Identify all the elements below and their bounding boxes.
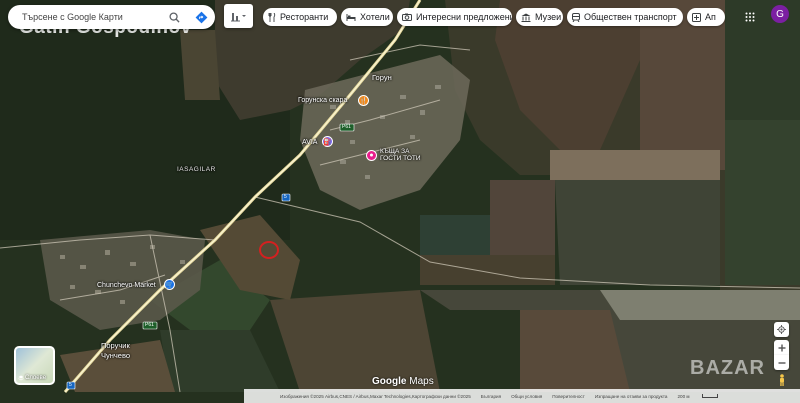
location-target-icon bbox=[777, 325, 786, 334]
layers-toggle[interactable]: Слоеве bbox=[14, 346, 55, 385]
google-maps-logo: Google Maps bbox=[372, 376, 434, 387]
field-brown-3 bbox=[490, 180, 555, 255]
chip-label-pharmacies: Ап bbox=[705, 12, 716, 22]
footer-country[interactable]: България bbox=[481, 394, 501, 399]
chip-label-museums: Музеи bbox=[535, 12, 562, 22]
train-icon bbox=[572, 12, 580, 22]
chip-attractions[interactable]: Интересни предложения bbox=[397, 8, 512, 26]
road-label-p61-north: Р61 bbox=[342, 124, 351, 130]
chip-restaurants[interactable]: Ресторанти bbox=[263, 8, 337, 26]
area-label-iasagilar: IASAGILAR bbox=[177, 166, 216, 173]
road-label-p61-south: Р61 bbox=[145, 322, 154, 328]
field-light-strip bbox=[550, 150, 720, 180]
poi-label-market[interactable]: Chunchevo Market bbox=[97, 282, 156, 289]
field-green-e bbox=[725, 120, 800, 285]
footer-privacy-link[interactable]: Поверителност bbox=[552, 394, 585, 399]
scale-label: 200 м bbox=[677, 393, 690, 399]
layers-label: Слоеве bbox=[18, 375, 46, 381]
apps-grid-icon[interactable] bbox=[741, 8, 759, 26]
chip-label-transit: Обществен транспорт bbox=[584, 12, 677, 22]
my-location-button[interactable] bbox=[774, 322, 789, 337]
village-label-gorun[interactable]: Горун bbox=[372, 73, 392, 82]
field-gray-e bbox=[555, 180, 720, 285]
layers-icon bbox=[18, 375, 24, 381]
poi-label-grill[interactable]: Горунска скара bbox=[298, 97, 347, 104]
gas-station-pin-icon[interactable]: ⛽ bbox=[322, 136, 333, 147]
chip-hotels[interactable]: Хотели bbox=[341, 8, 393, 26]
bazar-watermark: BAZAR bbox=[690, 357, 765, 379]
zoom-out-button[interactable] bbox=[774, 355, 789, 370]
pegman-icon[interactable] bbox=[776, 374, 787, 386]
chip-museums[interactable]: Музеи bbox=[516, 8, 563, 26]
search-box bbox=[8, 5, 215, 29]
directions-icon[interactable] bbox=[193, 9, 209, 25]
search-input[interactable] bbox=[22, 12, 172, 22]
field-green-ne bbox=[725, 0, 800, 120]
fork-knife-icon bbox=[268, 12, 276, 22]
red-circle-marker bbox=[259, 241, 279, 259]
zoom-in-button[interactable] bbox=[774, 340, 789, 355]
bar-chart-icon bbox=[230, 13, 246, 22]
chip-label-attractions: Интересни предложения bbox=[416, 12, 512, 22]
maps-logo-text: Maps bbox=[409, 376, 434, 387]
shopping-pin-icon[interactable]: 🛒 bbox=[164, 279, 175, 290]
field-brown-mid bbox=[420, 255, 555, 285]
map-type-button[interactable] bbox=[224, 4, 253, 28]
plus-icon bbox=[778, 344, 785, 351]
minus-icon bbox=[778, 361, 785, 364]
bed-icon bbox=[346, 14, 356, 21]
layers-label-text: Слоеве bbox=[25, 375, 47, 381]
field-teal bbox=[420, 215, 490, 255]
chip-transit[interactable]: Обществен транспорт bbox=[567, 8, 683, 26]
chip-pharmacies[interactable]: Ап bbox=[687, 8, 725, 26]
camera-icon bbox=[402, 13, 412, 21]
footer-attribution: Изображения ©2025 Airbus,CNES / Airbus,M… bbox=[280, 393, 471, 399]
restaurant-pin-icon[interactable]: 🍴 bbox=[358, 95, 369, 106]
google-logo-text: Google bbox=[372, 376, 407, 387]
search-icon[interactable] bbox=[166, 9, 182, 25]
footer-terms-link[interactable]: Общи условия bbox=[511, 394, 542, 399]
museum-icon bbox=[521, 13, 531, 22]
map-footer: Изображения ©2025 Airbus,CNES / Airbus,M… bbox=[244, 389, 800, 403]
footer-feedback-link[interactable]: Изпращане на отзиви за продукта bbox=[595, 394, 668, 399]
chip-label-restaurants: Ресторанти bbox=[280, 12, 329, 22]
road-label-5-south: 5 bbox=[69, 382, 72, 388]
poi-label-avia[interactable]: AVIA bbox=[302, 139, 317, 146]
poi-label-guesthouse[interactable]: КЪЩА ЗА ГОСТИ ТОТИ bbox=[380, 148, 421, 162]
pharmacy-icon bbox=[692, 12, 701, 22]
village-label-poruchik[interactable]: Поручик Чунчево bbox=[101, 341, 130, 361]
footer-scale[interactable]: 200 м bbox=[677, 394, 727, 399]
field-light-se bbox=[600, 290, 800, 320]
hotel-pin-icon[interactable]: ● bbox=[366, 150, 377, 161]
road-label-5-north: 5 bbox=[284, 194, 287, 200]
chip-label-hotels: Хотели bbox=[360, 12, 390, 22]
account-avatar[interactable]: G bbox=[771, 5, 789, 23]
field-small-north bbox=[180, 30, 220, 100]
scale-bar bbox=[701, 394, 718, 398]
